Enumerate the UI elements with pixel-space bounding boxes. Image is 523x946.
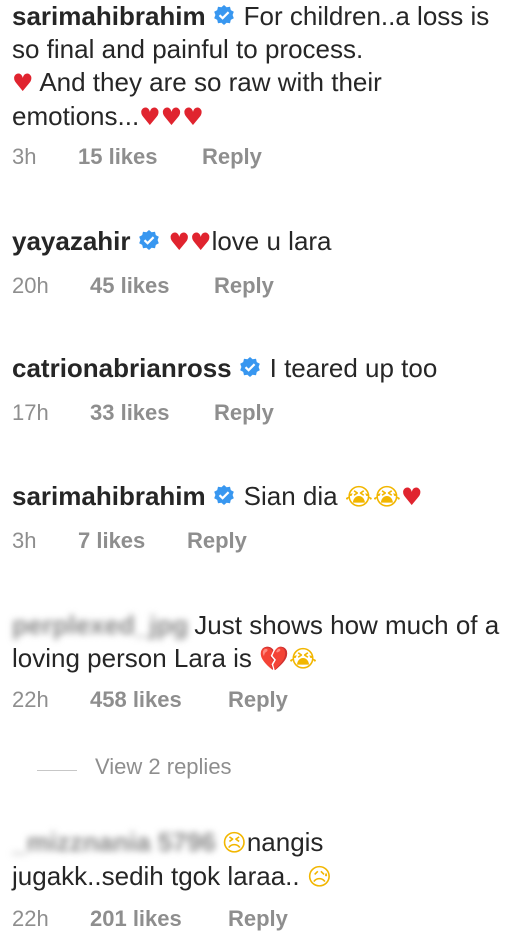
comment-meta: 20h 45 likes Reply [12,273,274,299]
comment: sarimahibrahim Sian dia 😭😭♥ 3h 7 likes Re… [12,480,512,553]
comment: yayazahir ♥♥love u lara 20h 45 likes Repl… [12,225,512,298]
comment-meta: 17h 33 likes Reply [12,400,274,426]
comment-body: catrionabrianross I teared up too [12,352,512,385]
reply-button[interactable]: Reply [214,273,274,299]
comment-meta: 22h 458 likes Reply [12,687,288,713]
likes-count[interactable]: 7 likes [78,528,145,554]
reply-button[interactable]: Reply [228,687,288,713]
red-heart-icon: ♥ [400,483,423,511]
comment-body: sarimahibrahim For children..a loss is so… [12,0,512,134]
username[interactable]: sarimahibrahim [12,481,206,511]
username[interactable]: perplexed_jpg [12,609,188,642]
persevering-face-icon: 😣 [221,829,247,857]
comment: perplexed_jpg Just shows how much of a lo… [12,609,512,712]
sad-face-icon: 😥 [306,863,332,891]
divider-line [37,770,77,771]
comment: catrionabrianross I teared up too 17h 33 … [12,352,512,425]
comment-text: Sian dia [243,481,338,511]
comment: _mizznania 5796 😣nangis jugakk..sedih tgo… [12,826,512,931]
comment-text: I teared up too [269,353,438,383]
comment-body: yayazahir ♥♥love u lara [12,225,512,259]
verified-badge-icon [138,230,159,250]
username[interactable]: sarimahibrahim [12,1,206,31]
red-heart-icon: ♥♥ [168,228,212,256]
verified-badge-icon [213,485,234,505]
verified-badge-icon [239,357,260,377]
timestamp: 3h [12,144,37,169]
likes-count[interactable]: 201 likes [90,906,182,932]
timestamp: 22h [12,687,49,712]
timestamp: 17h [12,400,49,425]
verified-badge-icon [213,5,234,25]
crying-face-icon: 😭😭 [344,483,401,511]
username[interactable]: yayazahir [12,226,131,256]
comment-body: _mizznania 5796 😣nangis jugakk..sedih tgo… [12,826,512,894]
timestamp: 22h [12,906,49,931]
timestamp: 20h [12,273,49,298]
comment-body: sarimahibrahim Sian dia 😭😭♥ [12,480,512,514]
reply-button[interactable]: Reply [228,906,288,932]
comment: sarimahibrahim For children..a loss is so… [12,0,512,169]
broken-heart-icon: 💔 [259,645,290,673]
username[interactable]: _mizznania 5796 [12,826,216,859]
reply-button[interactable]: Reply [202,144,262,170]
likes-count[interactable]: 33 likes [90,400,170,426]
likes-count[interactable]: 45 likes [90,273,170,299]
username[interactable]: catrionabrianross [12,353,232,383]
red-heart-icon: ♥ [12,69,34,97]
red-heart-icon: ♥♥♥ [139,103,204,131]
comment-text: nangis [246,827,324,857]
likes-count[interactable]: 15 likes [78,144,158,170]
view-replies-button[interactable]: View 2 replies [95,754,232,780]
comment-meta: 3h 15 likes Reply [12,144,262,170]
comment-text-continued: jugakk..sedih tgok laraa.. [12,861,300,891]
timestamp: 3h [12,528,37,553]
comment-meta: 22h 201 likes Reply [12,906,288,932]
likes-count[interactable]: 458 likes [90,687,182,713]
reply-button[interactable]: Reply [187,528,247,554]
comment-text: love u lara [211,226,332,256]
crying-face-icon: 😭 [289,645,318,673]
comment-body: perplexed_jpg Just shows how much of a lo… [12,609,512,676]
reply-button[interactable]: Reply [214,400,274,426]
comment-meta: 3h 7 likes Reply [12,528,247,554]
